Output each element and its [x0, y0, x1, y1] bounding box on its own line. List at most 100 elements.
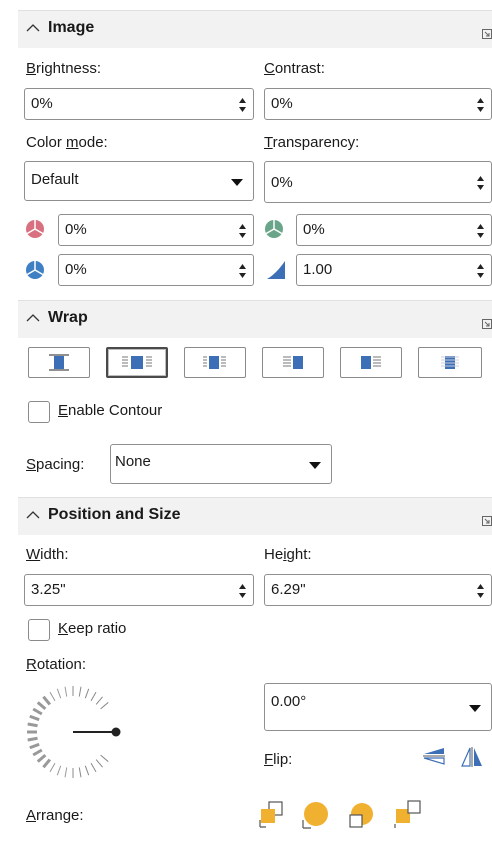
wrap-after-button[interactable]	[340, 347, 402, 378]
transparency-field[interactable]: 0%	[264, 161, 492, 203]
dial-tick	[56, 688, 62, 699]
height-label: Height:	[264, 546, 312, 563]
position-size-section-title: Position and Size	[48, 506, 181, 523]
spin-arrows-icon[interactable]	[238, 582, 247, 600]
more-options-icon[interactable]	[482, 29, 492, 39]
transparency-label: Transparency:	[264, 134, 360, 151]
spin-arrows-icon[interactable]	[476, 262, 485, 280]
height-field[interactable]: 6.29"	[264, 574, 492, 606]
flip-horizontal-icon[interactable]	[460, 746, 484, 768]
spin-arrows-icon[interactable]	[238, 222, 247, 240]
gamma-field[interactable]: 1.00	[296, 254, 492, 286]
spin-arrows-icon[interactable]	[476, 222, 485, 240]
dial-tick	[64, 767, 68, 778]
more-options-icon[interactable]	[482, 516, 492, 526]
chevron-down-icon[interactable]	[231, 179, 243, 186]
red-channel-icon	[26, 220, 44, 238]
wrap-section-title: Wrap	[48, 309, 88, 326]
dial-tick	[64, 686, 68, 697]
wrap-off-icon	[49, 354, 69, 371]
image-section-header[interactable]: Image	[18, 10, 492, 48]
spin-arrows-icon[interactable]	[238, 262, 247, 280]
bring-to-front-icon[interactable]	[258, 800, 286, 828]
width-label: Width:	[26, 546, 69, 563]
wrap-after-icon	[361, 356, 381, 369]
flip-label: Flip:	[264, 751, 293, 768]
contrast-label: Contrast:	[264, 60, 325, 77]
dial-tick	[42, 695, 52, 706]
chevron-down-icon[interactable]	[469, 705, 481, 712]
color-mode-dropdown[interactable]: Default	[24, 161, 254, 201]
arrange-label: Arrange:	[26, 807, 84, 824]
keep-ratio-checkbox[interactable]	[28, 619, 50, 641]
dial-tick	[32, 707, 43, 716]
spacing-dropdown[interactable]: None	[110, 444, 332, 484]
dial-tick	[42, 758, 52, 769]
spin-arrows-icon[interactable]	[476, 582, 485, 600]
blue-field[interactable]: 0%	[58, 254, 254, 286]
enable-contour-checkbox[interactable]	[28, 401, 50, 423]
dial-tick	[78, 767, 82, 778]
rotation-dropdown[interactable]: 0.00°	[264, 683, 492, 731]
spin-arrows-icon[interactable]	[476, 96, 485, 114]
wrap-through-button[interactable]	[418, 347, 482, 378]
dial-tick	[36, 701, 47, 711]
position-size-section-header[interactable]: Position and Size	[18, 497, 492, 535]
blue-channel-icon	[26, 261, 44, 279]
spin-arrows-icon[interactable]	[476, 174, 485, 192]
chevron-up-icon[interactable]	[26, 23, 40, 33]
rotation-label: Rotation:	[26, 656, 87, 673]
dial-tick	[27, 736, 38, 742]
dial-tick	[95, 759, 103, 768]
wrap-parallel-button[interactable]	[106, 347, 168, 378]
width-field[interactable]: 3.25"	[24, 574, 254, 606]
image-section-title: Image	[48, 19, 95, 36]
dial-tick	[90, 691, 97, 702]
dial-tick	[49, 691, 56, 702]
wrap-optimal-button[interactable]	[184, 347, 246, 378]
spacing-label: Spacing:	[26, 456, 85, 473]
send-to-back-icon[interactable]	[392, 798, 424, 830]
dial-tick	[32, 748, 43, 757]
gamma-icon	[267, 261, 285, 279]
brightness-field[interactable]: 0%	[24, 88, 254, 120]
chevron-up-icon[interactable]	[26, 313, 40, 323]
dial-tick	[95, 696, 103, 705]
dial-tick	[49, 762, 56, 773]
wrap-through-icon	[441, 356, 459, 369]
color-mode-label: Color mode:	[26, 134, 108, 151]
brightness-label: Brightness:	[26, 60, 102, 77]
dial-tick	[27, 722, 38, 728]
wrap-optimal-icon	[203, 356, 226, 369]
enable-contour-label: Enable Contour	[58, 402, 163, 419]
keep-ratio-label: Keep ratio	[58, 620, 127, 637]
wrap-before-button[interactable]	[262, 347, 324, 378]
chevron-down-icon[interactable]	[309, 462, 321, 469]
image-properties-panel: Image Brightness: Contrast: 0% 0% Color …	[18, 10, 492, 847]
dial-tick	[36, 753, 47, 763]
forward-one-icon[interactable]	[300, 800, 330, 830]
dial-tick	[90, 762, 97, 773]
dial-tick	[84, 765, 90, 776]
green-field[interactable]: 0%	[296, 214, 492, 246]
more-options-icon[interactable]	[482, 319, 492, 329]
back-one-icon[interactable]	[346, 800, 376, 830]
dial-tick	[84, 688, 90, 699]
dial-tick	[78, 686, 82, 697]
flip-vertical-icon[interactable]	[422, 746, 446, 768]
green-channel-icon	[265, 220, 283, 238]
spin-arrows-icon[interactable]	[238, 96, 247, 114]
red-field[interactable]: 0%	[58, 214, 254, 246]
wrap-before-icon	[283, 356, 303, 369]
dial-tick	[29, 714, 40, 722]
rotation-dial[interactable]	[18, 682, 138, 787]
dial-tick	[100, 702, 109, 710]
wrap-parallel-icon	[122, 356, 152, 369]
contrast-field[interactable]: 0%	[264, 88, 492, 120]
wrap-off-button[interactable]	[28, 347, 90, 378]
dial-tick	[29, 742, 40, 750]
chevron-up-icon[interactable]	[26, 510, 40, 520]
dial-tick	[100, 754, 109, 762]
wrap-section-header[interactable]: Wrap	[18, 300, 492, 338]
dial-tick	[56, 765, 62, 776]
